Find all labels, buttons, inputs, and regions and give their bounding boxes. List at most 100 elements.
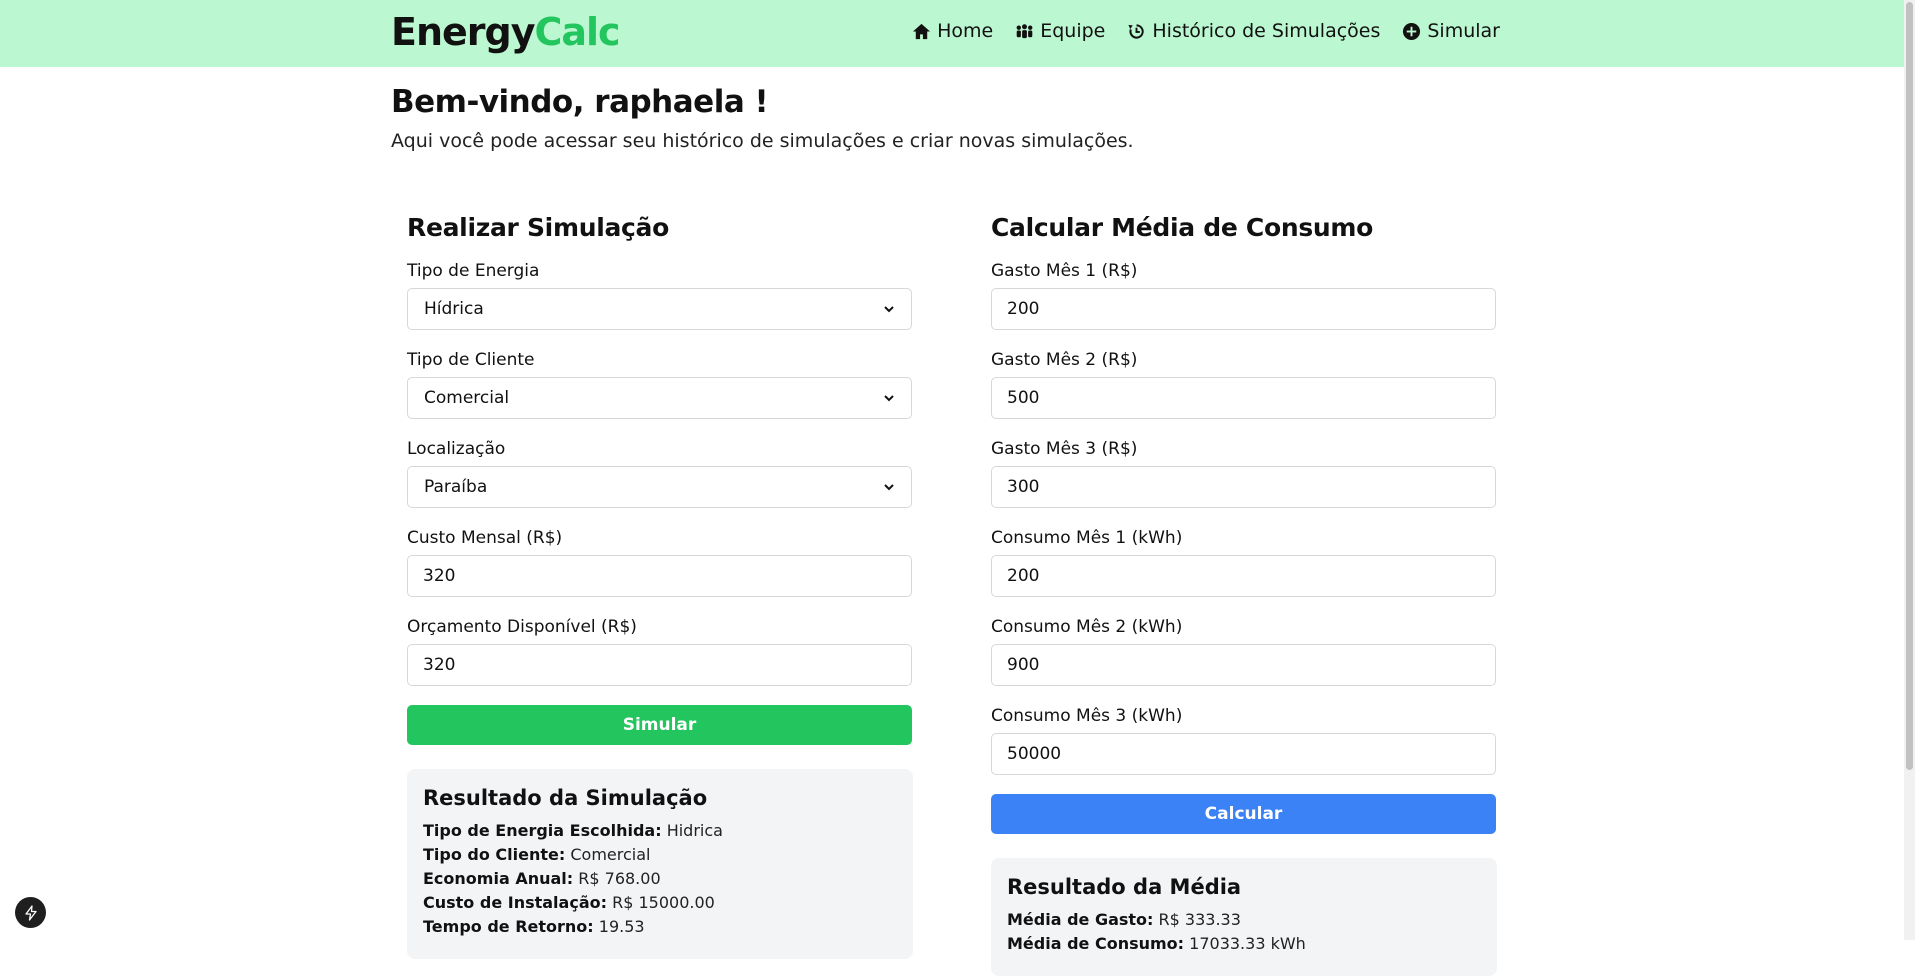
result-value: Hidrica: [666, 821, 723, 840]
monthly-cost-input[interactable]: 320: [407, 555, 912, 597]
result-key: Custo de Instalação:: [423, 893, 608, 912]
client-type-label: Tipo de Cliente: [407, 350, 535, 370]
brand-name-part1: Energy: [391, 10, 535, 54]
result-value: 17033.33 kWh: [1189, 934, 1306, 953]
location-label: Localização: [407, 439, 506, 459]
consumption-month-2-label: Consumo Mês 2 (kWh): [991, 617, 1183, 637]
nav-home[interactable]: Home: [912, 16, 993, 46]
expense-month-3-value: 300: [1007, 477, 1040, 497]
expense-month-1-label: Gasto Mês 1 (R$): [991, 261, 1138, 281]
scrollbar[interactable]: [1904, 0, 1915, 940]
result-row-average-expense: Média de Gasto: R$ 333.33: [1007, 908, 1481, 932]
nav-historico-label: Histórico de Simulações: [1152, 20, 1381, 42]
client-type-value: Comercial: [424, 388, 510, 408]
simulate-button[interactable]: Simular: [407, 705, 912, 745]
chevron-down-icon: [884, 395, 894, 402]
expense-month-2-label: Gasto Mês 2 (R$): [991, 350, 1138, 370]
result-value: R$ 333.33: [1158, 910, 1241, 929]
expense-month-3-field: Gasto Mês 3 (R$) 300: [991, 438, 1496, 508]
consumption-month-1-value: 200: [1007, 566, 1040, 586]
result-value: 19.53: [598, 917, 645, 936]
consumption-month-1-field: Consumo Mês 1 (kWh) 200: [991, 527, 1496, 597]
expense-month-2-input[interactable]: 500: [991, 377, 1496, 419]
result-key: Média de Consumo:: [1007, 934, 1185, 953]
top-navbar: EnergyCalc Home Equipe Histórico de Simu…: [0, 0, 1904, 67]
average-result-card: Resultado da Média Média de Gasto: R$ 33…: [991, 858, 1497, 976]
client-type-field: Tipo de Cliente Comercial: [407, 349, 912, 419]
result-key: Tipo de Energia Escolhida:: [423, 821, 662, 840]
consumption-month-3-value: 50000: [1007, 744, 1062, 764]
chevron-down-icon: [884, 306, 894, 313]
expense-month-1-field: Gasto Mês 1 (R$) 200: [991, 260, 1496, 330]
result-row-annual-savings: Economia Anual: R$ 768.00: [423, 867, 897, 891]
average-title: Calcular Média de Consumo: [991, 213, 1374, 242]
consumption-month-1-label: Consumo Mês 1 (kWh): [991, 528, 1183, 548]
result-value: R$ 768.00: [578, 869, 661, 888]
consumption-month-2-field: Consumo Mês 2 (kWh) 900: [991, 616, 1496, 686]
result-row-energy-type: Tipo de Energia Escolhida: Hidrica: [423, 819, 897, 843]
monthly-cost-value: 320: [423, 566, 456, 586]
result-row-installation-cost: Custo de Instalação: R$ 15000.00: [423, 891, 897, 915]
client-type-select[interactable]: Comercial: [407, 377, 912, 419]
expense-month-1-value: 200: [1007, 299, 1040, 319]
location-field: Localização Paraíba: [407, 438, 912, 508]
home-icon: [913, 23, 931, 39]
brand-name-part2: Calc: [534, 10, 621, 54]
expense-month-3-input[interactable]: 300: [991, 466, 1496, 508]
monthly-cost-label: Custo Mensal (R$): [407, 528, 563, 548]
nav-simular[interactable]: Simular: [1402, 16, 1500, 46]
simulation-title: Realizar Simulação: [407, 213, 669, 242]
result-value: R$ 15000.00: [612, 893, 715, 912]
budget-label: Orçamento Disponível (R$): [407, 617, 637, 637]
consumption-month-3-label: Consumo Mês 3 (kWh): [991, 706, 1183, 726]
expense-month-2-field: Gasto Mês 2 (R$) 500: [991, 349, 1496, 419]
consumption-month-3-input[interactable]: 50000: [991, 733, 1496, 775]
devtools-bolt-button[interactable]: [15, 897, 46, 928]
consumption-month-1-input[interactable]: 200: [991, 555, 1496, 597]
calculate-button[interactable]: Calcular: [991, 794, 1496, 834]
energy-type-label: Tipo de Energia: [407, 261, 540, 281]
average-panel: Calcular Média de Consumo Gasto Mês 1 (R…: [991, 210, 1497, 976]
nav-simular-label: Simular: [1427, 20, 1500, 42]
result-key: Média de Gasto:: [1007, 910, 1154, 929]
plus-circle-icon: [1403, 22, 1421, 40]
brand-logo[interactable]: EnergyCalc: [391, 8, 621, 56]
monthly-cost-field: Custo Mensal (R$) 320: [407, 527, 912, 597]
simulation-panel: Realizar Simulação Tipo de Energia Hídri…: [407, 210, 913, 959]
result-value: Comercial: [570, 845, 651, 864]
team-icon: [1016, 23, 1033, 38]
result-key: Tipo do Cliente:: [423, 845, 566, 864]
result-row-payback-time: Tempo de Retorno: 19.53: [423, 915, 897, 939]
consumption-month-2-input[interactable]: 900: [991, 644, 1496, 686]
result-key: Tempo de Retorno:: [423, 917, 594, 936]
energy-type-field: Tipo de Energia Hídrica: [407, 260, 912, 330]
expense-month-1-input[interactable]: 200: [991, 288, 1496, 330]
budget-input[interactable]: 320: [407, 644, 912, 686]
history-icon: [1128, 23, 1145, 39]
nav-historico[interactable]: Histórico de Simulações: [1127, 16, 1380, 46]
consumption-month-2-value: 900: [1007, 655, 1040, 675]
location-value: Paraíba: [424, 477, 488, 497]
consumption-month-3-field: Consumo Mês 3 (kWh) 50000: [991, 705, 1496, 775]
nav-equipe[interactable]: Equipe: [1015, 16, 1105, 46]
welcome-heading: Bem-vindo, raphaela !: [391, 84, 769, 120]
energy-type-value: Hídrica: [424, 299, 484, 319]
chevron-down-icon: [884, 484, 894, 491]
expense-month-2-value: 500: [1007, 388, 1040, 408]
main-nav: Home Equipe Histórico de Simulações Simu…: [912, 16, 1500, 46]
lightning-bolt-icon: [24, 904, 37, 921]
simulation-result-card: Resultado da Simulação Tipo de Energia E…: [407, 769, 913, 959]
scrollbar-thumb[interactable]: [1906, 2, 1913, 770]
result-key: Economia Anual:: [423, 869, 574, 888]
nav-home-label: Home: [937, 20, 994, 42]
nav-equipe-label: Equipe: [1040, 20, 1106, 42]
simulation-result-title: Resultado da Simulação: [423, 786, 708, 810]
energy-type-select[interactable]: Hídrica: [407, 288, 912, 330]
location-select[interactable]: Paraíba: [407, 466, 912, 508]
budget-value: 320: [423, 655, 456, 675]
result-row-average-consumption: Média de Consumo: 17033.33 kWh: [1007, 932, 1481, 956]
result-row-client-type: Tipo do Cliente: Comercial: [423, 843, 897, 867]
budget-field: Orçamento Disponível (R$) 320: [407, 616, 912, 686]
expense-month-3-label: Gasto Mês 3 (R$): [991, 439, 1138, 459]
average-result-title: Resultado da Média: [1007, 875, 1242, 899]
